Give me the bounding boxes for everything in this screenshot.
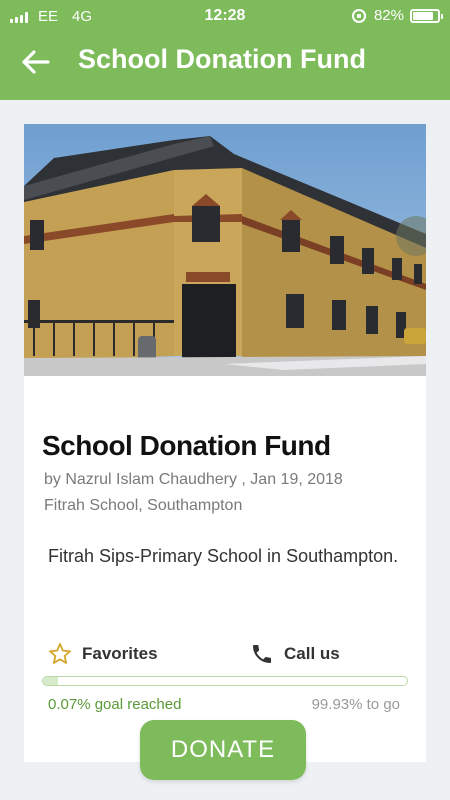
rotation-lock-icon: [351, 8, 366, 23]
donate-button[interactable]: DONATE: [140, 720, 306, 780]
nav-bar: School Donation Fund: [0, 34, 450, 90]
fund-description: Fitrah Sips-Primary School in Southampto…: [48, 546, 399, 566]
fund-card: School Donation Fund by Nazrul Islam Cha…: [24, 124, 426, 762]
fund-byline: by Nazrul Islam Chaudhery , Jan 19, 2018: [44, 471, 343, 488]
goal-progress-fill: [43, 677, 58, 685]
battery-icon: [410, 8, 443, 23]
status-bar: EE 4G 12:28 82%: [0, 0, 450, 32]
fund-title: School Donation Fund: [42, 430, 331, 461]
arrow-left-icon[interactable]: [20, 48, 52, 76]
star-outline-icon: [49, 643, 71, 664]
battery-level-fill: [413, 11, 433, 20]
goal-progress-bar: [42, 676, 408, 686]
goal-reached-text: 0.07% goal reached: [48, 696, 182, 713]
call-us-button[interactable]: Call us: [250, 642, 340, 666]
battery-percent: 82%: [373, 7, 404, 24]
favorites-button[interactable]: Favorites: [48, 642, 158, 666]
favorites-label: Favorites: [82, 644, 158, 663]
page-title: School Donation Fund: [78, 44, 366, 74]
fund-image: [24, 124, 426, 376]
call-us-label: Call us: [284, 644, 340, 663]
fund-location: Fitrah School, Southampton: [44, 497, 243, 514]
goal-remaining-text: 99.93% to go: [311, 696, 400, 713]
status-right: 82%: [351, 7, 443, 24]
phone-icon: [253, 645, 271, 663]
app-header: EE 4G 12:28 82% School Donation Fund: [0, 0, 450, 100]
